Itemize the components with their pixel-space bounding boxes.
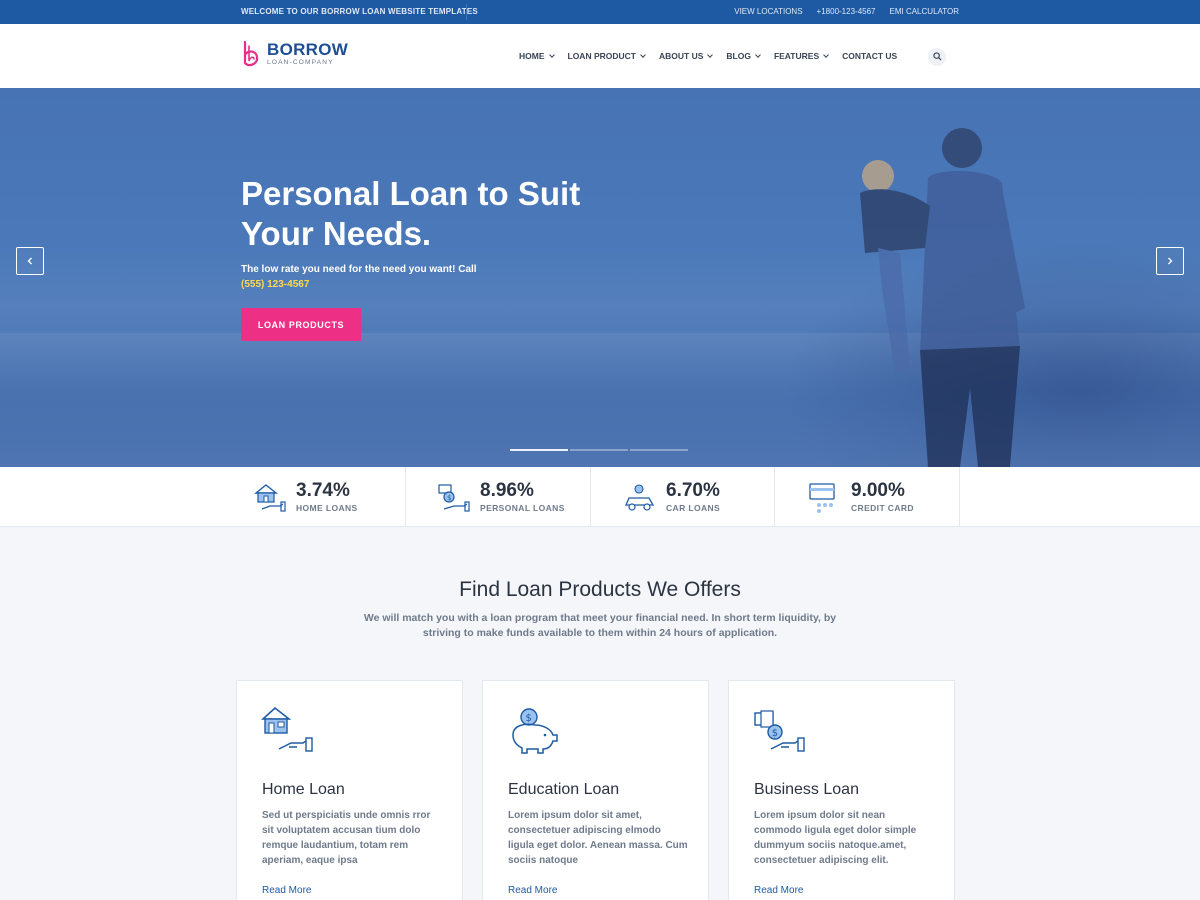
logo-b-icon [241,40,263,69]
read-more-link[interactable]: Read More [262,885,311,896]
svg-text:$: $ [772,728,778,739]
nav-about-us[interactable]: ABOUT US [658,51,714,61]
rate-home-label: HOME LOANS [296,503,358,513]
main-nav: HOME LOAN PRODUCT ABOUT US BLOG FEATURES… [519,51,911,61]
view-locations-link[interactable]: VIEW LOCATIONS [734,7,802,16]
rate-divider [405,467,406,527]
card-title: Home Loan [262,781,345,798]
search-icon [932,48,942,66]
svg-text:$: $ [447,494,451,502]
hero-people-image [860,128,1025,467]
hero-subtitle: The low rate you need for the need you w… [241,262,511,292]
rate-car-label: CAR LOANS [666,503,721,513]
rate-home-loans: 3.74% HOME LOANS [252,467,358,527]
rate-divider [590,467,591,527]
read-more-link[interactable]: Read More [754,885,803,896]
rate-credit-label: CREDIT CARD [851,503,914,513]
card-home-loan[interactable]: Home Loan Sed ut perspiciatis unde omnis… [236,680,463,900]
top-bar: WELCOME TO OUR BORROW LOAN WEBSITE TEMPL… [0,0,1200,24]
section-title: Find Loan Products We Offers [459,578,741,601]
card-text: Lorem ipsum dolor sit nean commodo ligul… [754,810,917,866]
rate-home-value: 3.74% [296,480,350,501]
hero-phone[interactable]: (555) 123-4567 [241,279,309,290]
rate-personal-loans: $ 8.96% PERSONAL LOANS [436,467,565,527]
piggy-bank-icon: $ [507,705,561,757]
chevron-down-icon [707,52,714,58]
brand-name: BORROW [267,40,349,59]
chevron-down-icon [640,52,646,58]
chevron-down-icon [548,52,555,58]
nav-home-label: HOME [519,51,545,61]
rate-car-loans: 6.70% CAR LOANS [622,467,720,527]
topbar-divider [466,4,467,20]
slide-dot-3[interactable] [630,449,688,451]
nav-loan-product-label: LOAN PRODUCT [567,51,636,61]
nav-features-label: FEATURES [773,51,820,61]
hero-slider: Personal Loan to Suit Your Needs. The lo… [0,88,1200,467]
card-text: Sed ut perspiciatis unde omnis rror sit … [262,810,431,866]
money-hand-icon: $ [753,705,807,757]
rates-bar: 3.74% HOME LOANS $ 8.96% PERSONAL LOANS 6.… [0,467,1200,527]
logo[interactable]: BORROW LOAN-COMPANY [241,40,349,69]
nav-about-us-label: ABOUT US [658,51,704,61]
card-business-loan[interactable]: $ Business Loan Lorem ipsum dolor sit ne… [728,680,955,900]
svg-text:$: $ [526,713,532,724]
rate-divider [774,467,775,527]
home-loan-icon [252,479,288,515]
card-title: Education Loan [508,781,620,798]
nav-loan-product[interactable]: LOAN PRODUCT [567,51,646,61]
rate-divider [959,467,960,527]
personal-loan-icon: $ [436,479,472,515]
nav-blog-label: BLOG [726,51,751,61]
section-description: We will match you with a loan program th… [363,612,837,639]
chevron-down-icon [755,52,761,58]
card-title: Business Loan [754,781,859,798]
chevron-left-icon [26,252,34,270]
read-more-link[interactable]: Read More [508,885,557,896]
hero-title: Personal Loan to Suit Your Needs. [241,175,581,252]
credit-card-icon [807,479,843,515]
nav-features[interactable]: FEATURES [773,51,829,61]
brand-tagline: LOAN-COMPANY [267,59,334,66]
emi-calculator-link[interactable]: EMI CALCULATOR [890,7,960,16]
rate-personal-label: PERSONAL LOANS [480,503,565,513]
card-education-loan[interactable]: $ Education Loan Lorem ipsum dolor sit a… [482,680,709,900]
nav-contact-us-label: CONTACT US [842,51,898,61]
welcome-text: WELCOME TO OUR BORROW LOAN WEBSITE TEMPL… [241,7,478,16]
nav-blog[interactable]: BLOG [726,51,761,61]
rate-credit-card: 9.00% CREDIT CARD [807,467,914,527]
search-button[interactable] [928,48,946,66]
slide-dot-1[interactable] [510,449,568,451]
slider-pagination [510,449,688,451]
loan-products-button[interactable]: LOAN PRODUCTS [241,308,361,341]
prev-slide-button[interactable] [16,247,44,275]
slide-dot-2[interactable] [570,449,628,451]
next-slide-button[interactable] [1156,247,1184,275]
house-hand-icon [260,705,315,757]
rate-personal-value: 8.96% [480,480,534,501]
car-loan-icon [622,479,658,515]
rate-credit-value: 9.00% [851,480,905,501]
card-text: Lorem ipsum dolor sit amet, consectetuer… [508,810,688,866]
hero-subtitle-text: The low rate you need for the need you w… [241,264,477,275]
phone-link[interactable]: +1800-123-4567 [817,7,876,16]
nav-contact-us[interactable]: CONTACT US [842,51,897,61]
chevron-down-icon [823,52,829,58]
site-header: BORROW LOAN-COMPANY HOME LOAN PRODUCT AB… [0,24,1200,88]
rate-car-value: 6.70% [666,480,720,501]
chevron-right-icon [1166,252,1174,270]
nav-home[interactable]: HOME [519,51,555,61]
topbar-links: VIEW LOCATIONS +1800-123-4567 EMI CALCUL… [734,7,959,16]
